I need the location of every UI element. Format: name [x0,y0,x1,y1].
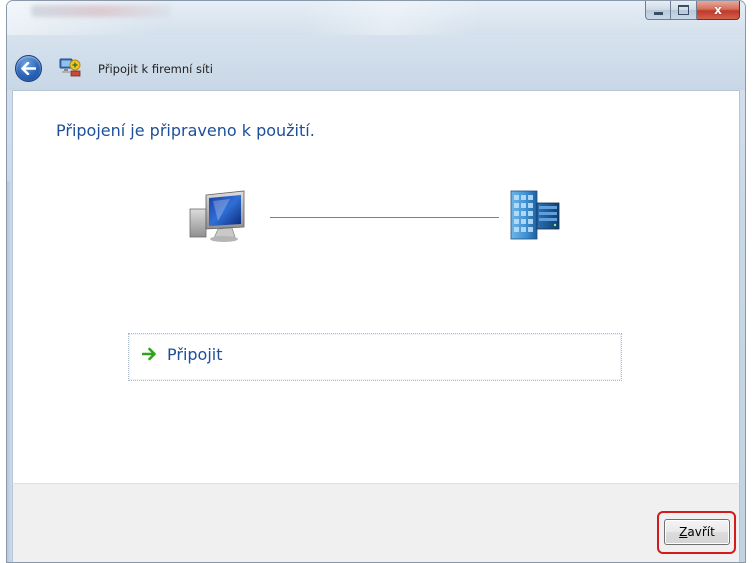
connect-option[interactable]: Připojit [128,333,622,381]
minimize-icon [653,11,663,15]
close-button-mnemonic: Z [679,525,688,539]
close-icon: x [714,3,722,17]
maximize-icon [678,5,689,15]
wizard-window: x Připojit k firemní síti Připojení je p… [6,0,746,563]
wizard-footer: Zavřít [12,483,740,562]
minimize-button[interactable] [645,1,671,20]
maximize-button[interactable] [671,1,697,20]
title-bar-reflection [31,5,171,17]
caption-buttons: x [645,1,740,21]
page-heading: Připojení je připraveno k použití. [56,121,315,140]
title-bar[interactable]: x [7,1,745,35]
computer-icon [189,190,245,242]
green-arrow-icon [142,347,156,361]
connection-line [270,217,499,218]
server-building-icon [510,190,560,240]
connect-option-label: Připojit [167,345,223,364]
close-button-label: avřít [687,525,715,539]
wizard-title: Připojit k firemní síti [98,62,213,76]
close-button[interactable]: Zavřít [664,519,730,545]
back-arrow-icon [21,62,36,75]
network-wizard-icon [59,58,81,77]
window-close-button[interactable]: x [697,1,740,20]
navigation-bar: Připojit k firemní síti [7,35,745,90]
wizard-content: Připojení je připraveno k použití. Připo… [12,90,740,483]
back-button[interactable] [15,55,42,82]
